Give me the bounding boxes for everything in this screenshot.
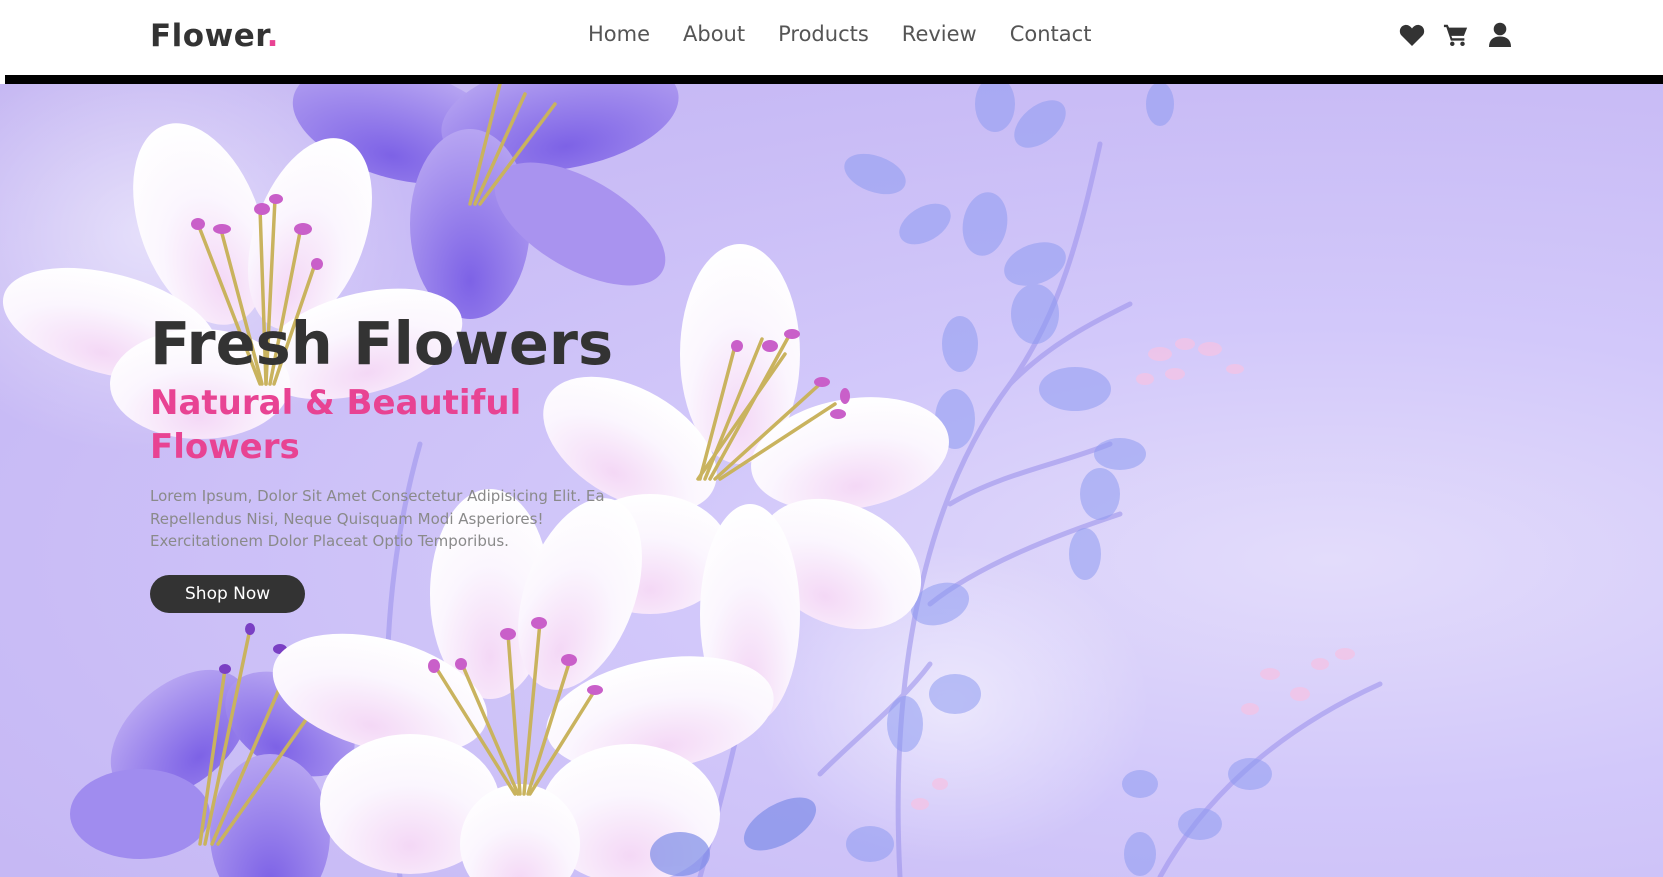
nav-contact[interactable]: Contact bbox=[1010, 22, 1092, 46]
hero-title: Fresh Flowers bbox=[150, 309, 614, 378]
nav-about[interactable]: About bbox=[683, 22, 745, 46]
header: Flower. Home About Products Review Conta… bbox=[0, 0, 1663, 75]
hero-subtitle: Natural & Beautiful Flowers bbox=[150, 383, 522, 467]
nav-products[interactable]: Products bbox=[778, 22, 869, 46]
main-nav: Home About Products Review Contact bbox=[588, 22, 1124, 46]
logo[interactable]: Flower. bbox=[150, 18, 279, 54]
header-divider bbox=[5, 75, 1663, 84]
nav-home[interactable]: Home bbox=[588, 22, 650, 46]
hero-description: Lorem Ipsum, Dolor Sit Amet Consectetur … bbox=[150, 487, 605, 550]
logo-dot: . bbox=[266, 18, 279, 54]
shop-now-button[interactable]: Shop Now bbox=[150, 574, 306, 613]
hero-content: Fresh Flowers Natural & Beautiful Flower… bbox=[150, 311, 670, 613]
nav-review[interactable]: Review bbox=[902, 22, 977, 46]
heart-icon[interactable] bbox=[1399, 22, 1425, 48]
logo-text: Flower bbox=[150, 18, 267, 54]
header-icons bbox=[1399, 22, 1513, 48]
cart-icon[interactable] bbox=[1443, 22, 1469, 48]
user-icon[interactable] bbox=[1487, 22, 1513, 48]
hero-section: Fresh Flowers Natural & Beautiful Flower… bbox=[0, 84, 1663, 877]
